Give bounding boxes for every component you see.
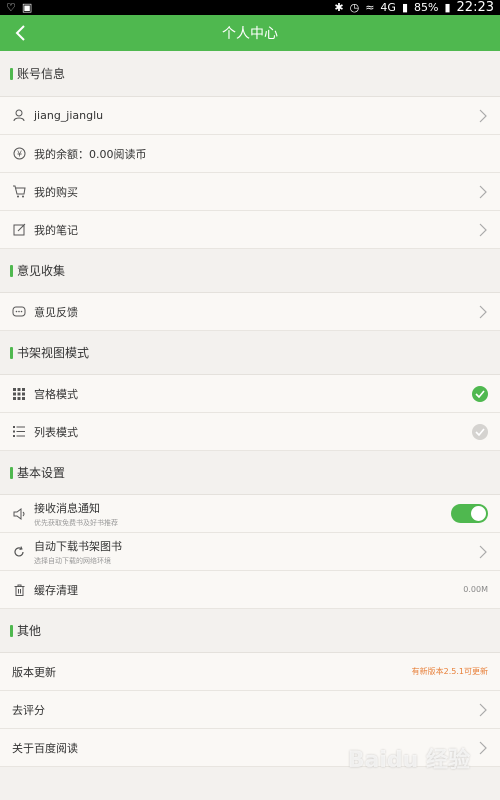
wifi-icon: ≈: [365, 1, 375, 14]
notifications-toggle[interactable]: [451, 504, 488, 523]
chevron-right-icon: [479, 741, 487, 755]
alarm-icon: ◷: [349, 1, 360, 14]
section-marker: [10, 264, 13, 277]
rate-label: 去评分: [12, 703, 45, 717]
refresh-icon: [12, 545, 26, 559]
update-available-note: 有新版本2.5.1可更新: [411, 667, 488, 676]
purchases-label: 我的购买: [34, 185, 78, 199]
cache-label: 缓存清理: [34, 583, 78, 597]
section-title: 账号信息: [17, 67, 66, 81]
battery-icon: ▮: [444, 1, 451, 14]
row-version-update[interactable]: 版本更新 有新版本2.5.1可更新: [0, 653, 500, 691]
user-icon: [12, 109, 26, 123]
row-notifications: 接收消息通知 优先获取免费书及好书推荐: [0, 495, 500, 533]
section-marker: [10, 466, 13, 479]
section-title: 其他: [17, 624, 42, 638]
row-username[interactable]: jiang_jianglu: [0, 97, 500, 135]
section-other-header: 其他: [0, 609, 500, 653]
edit-icon: [12, 223, 26, 237]
page-title: 个人中心: [222, 26, 278, 42]
chevron-left-icon: [15, 25, 25, 41]
network-label: 4G: [380, 1, 396, 14]
clock: 22:23: [456, 0, 494, 15]
row-notes[interactable]: 我的笔记: [0, 211, 500, 249]
list-icon: [12, 425, 26, 439]
trash-icon: [12, 583, 26, 597]
check-selected-icon: [472, 386, 488, 402]
autodownload-label: 自动下载书架图书: [34, 539, 122, 553]
svg-text:¥: ¥: [16, 150, 21, 159]
watermark: Baidu 经验: [347, 748, 470, 773]
section-title: 书架视图模式: [17, 346, 90, 360]
back-button[interactable]: [10, 23, 30, 43]
balance-label: 我的余额：0.00阅读币: [34, 147, 147, 161]
notes-label: 我的笔记: [34, 223, 78, 237]
chat-bubble-icon: [12, 305, 26, 319]
chevron-right-icon: [479, 109, 487, 123]
row-balance: ¥ 我的余额：0.00阅读币: [0, 135, 500, 173]
autodownload-subtitle: 选择自动下载的网络环境: [34, 556, 111, 565]
cart-icon: [12, 185, 26, 199]
chevron-right-icon: [479, 185, 487, 199]
section-marker: [10, 624, 13, 637]
row-cache[interactable]: 缓存清理 0.00M: [0, 571, 500, 609]
image-icon: ▣: [21, 1, 33, 14]
row-rate[interactable]: 去评分: [0, 691, 500, 729]
row-purchases[interactable]: 我的购买: [0, 173, 500, 211]
chevron-right-icon: [479, 223, 487, 237]
section-shelf-view-header: 书架视图模式: [0, 331, 500, 375]
chevron-right-icon: [479, 703, 487, 717]
notifications-subtitle: 优先获取免费书及好书推荐: [34, 518, 118, 527]
section-title: 基本设置: [17, 466, 66, 480]
chevron-right-icon: [479, 305, 487, 319]
row-autodownload[interactable]: 自动下载书架图书 选择自动下载的网络环境: [0, 533, 500, 571]
username-label: jiang_jianglu: [34, 109, 104, 122]
title-bar: 个人中心: [0, 15, 500, 51]
grid-mode-label: 宫格模式: [34, 387, 78, 401]
battery-percent: 85%: [414, 1, 439, 14]
section-title: 意见收集: [17, 264, 66, 278]
section-marker: [10, 67, 13, 80]
section-account-header: 账号信息: [0, 51, 500, 97]
row-grid-mode[interactable]: 宫格模式: [0, 375, 500, 413]
section-marker: [10, 346, 13, 359]
section-basic-header: 基本设置: [0, 451, 500, 495]
cache-size: 0.00M: [463, 585, 488, 594]
row-feedback[interactable]: 意见反馈: [0, 293, 500, 331]
bluetooth-icon: ✱: [334, 1, 344, 14]
signal-icon: ▮: [401, 1, 409, 14]
check-unselected-icon: [472, 424, 488, 440]
row-list-mode[interactable]: 列表模式: [0, 413, 500, 451]
notifications-label: 接收消息通知: [34, 501, 100, 515]
shield-icon: ♡: [6, 1, 16, 14]
chevron-right-icon: [479, 545, 487, 559]
speaker-icon: [12, 507, 26, 521]
toggle-knob: [471, 506, 486, 521]
status-bar: ♡ ▣ ✱ ◷ ≈ 4G ▮ 85% ▮ 22:23: [0, 0, 500, 15]
section-feedback-header: 意见收集: [0, 249, 500, 293]
yen-coin-icon: ¥: [12, 147, 26, 161]
list-mode-label: 列表模式: [34, 425, 78, 439]
grid-icon: [12, 387, 26, 401]
feedback-label: 意见反馈: [34, 305, 78, 319]
